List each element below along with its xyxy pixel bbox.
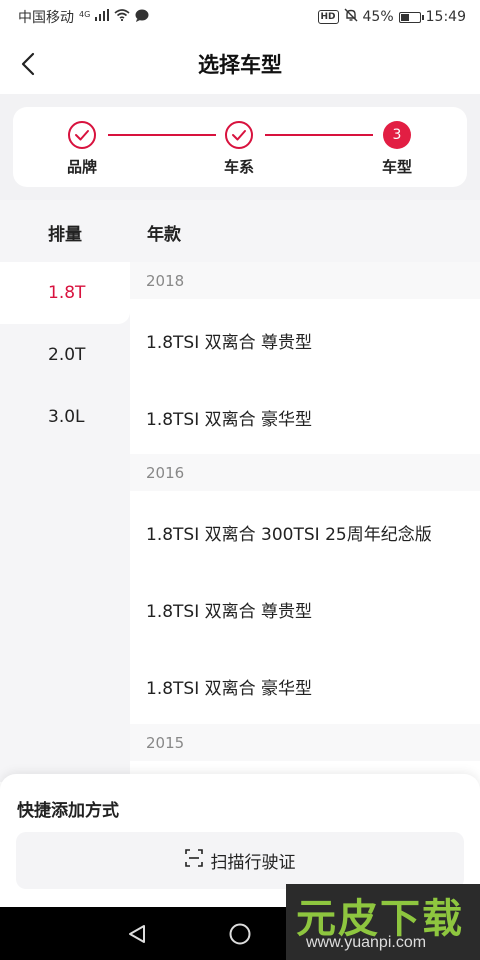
mute-bell-icon [344,8,358,26]
signal-icon [95,9,110,25]
circle-home-icon [229,923,251,945]
model-item[interactable]: 1.8TSI 双离合 尊贵型 [130,584,480,634]
model-item[interactable]: 1.8TSI 双离合 豪华型 [130,661,480,711]
scan-license-label: 扫描行驶证 [210,853,296,873]
step-label: 车型 [381,158,412,176]
watermark-url: www.yuanpi.com [306,934,427,951]
back-button[interactable] [12,48,44,80]
model-item[interactable]: 1.8TSI 双离合 豪华型 [130,392,480,442]
page-title: 选择车型 [198,53,282,77]
displacement-item-3-0l[interactable]: 3.0L [0,386,130,448]
carrier-label: 中国移动 [18,10,74,26]
check-icon [68,121,96,149]
displacement-item-2-0t[interactable]: 2.0T [0,324,130,386]
scan-icon [184,849,203,872]
chevron-left-icon [21,52,35,76]
year-section-header: 2016 [130,454,480,491]
hd-badge: HD [317,10,339,24]
triangle-back-icon [129,925,145,943]
model-item[interactable]: 1.8TSI 双离合 尊贵型 [130,315,480,365]
year-header: 年款 [147,225,181,245]
displacement-list: 1.8T 2.0T 3.0L [0,262,130,782]
step-model[interactable]: 3 车型 [367,121,427,177]
year-section-header: 2018 [130,262,480,299]
model-item[interactable]: 1.8TSI 双离合 300TSI 25周年纪念版 [130,507,480,557]
model-list[interactable]: 2018 1.8TSI 双离合 尊贵型 1.8TSI 双离合 豪华型 2016 … [130,262,480,782]
watermark-logo: 元皮下载 www.yuanpi.com [286,884,480,960]
displacement-header: 排量 [48,225,82,245]
step-indicator: 品牌 车系 3 车型 [13,107,467,187]
scan-license-button[interactable]: 扫描行驶证 [16,832,464,889]
step-label: 品牌 [66,158,97,176]
step-connector [108,134,216,136]
network-type: 4G [79,9,91,19]
message-icon [135,9,149,26]
step-connector [265,134,373,136]
battery-percent: 45% [362,9,394,25]
step-series[interactable]: 车系 [209,121,269,177]
step-label: 车系 [223,158,254,176]
nav-home-button[interactable] [227,921,253,947]
status-bar: 中国移动 4G HD 45% 15:49 [0,0,480,34]
displacement-item-1-8t[interactable]: 1.8T [0,262,130,324]
quick-add-title: 快捷添加方式 [17,801,119,821]
nav-back-button[interactable] [124,921,150,947]
table-header: 排量 年款 [0,200,480,262]
wifi-icon [114,9,130,25]
battery-icon [398,11,424,23]
step-area: 品牌 车系 3 车型 [0,94,480,200]
step-number: 3 [383,121,411,149]
clock: 15:49 [425,9,466,25]
step-brand[interactable]: 品牌 [52,121,112,177]
check-icon [225,121,253,149]
header: 选择车型 [0,34,480,94]
year-section-header: 2015 [130,724,480,761]
